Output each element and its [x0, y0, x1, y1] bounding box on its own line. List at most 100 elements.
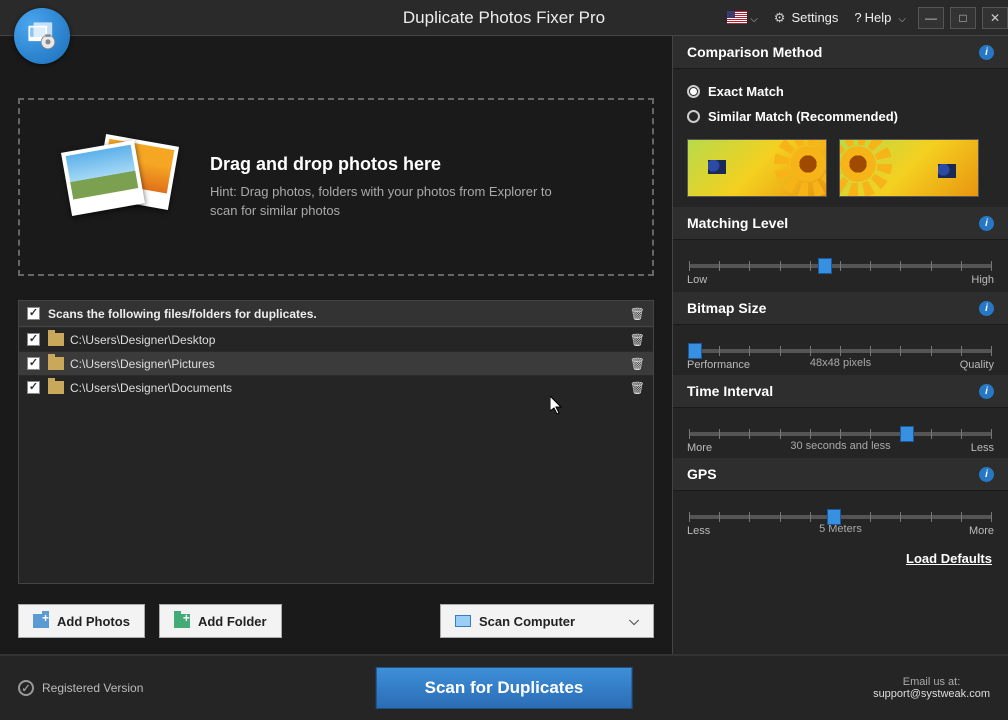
radio-exact-label: Exact Match — [708, 84, 784, 99]
add-photos-icon — [33, 614, 49, 628]
actions-row: Add Photos Add Folder Scan Computer — [18, 604, 654, 638]
time-slider[interactable] — [689, 432, 992, 436]
folder-icon — [48, 357, 64, 370]
gps-slider[interactable] — [689, 515, 992, 519]
time-left-label: More — [687, 442, 712, 454]
settings-link[interactable]: Settings — [768, 10, 845, 26]
folder-icon — [48, 381, 64, 394]
bottombar: Registered Version Scan for Duplicates E… — [0, 654, 1008, 720]
row-delete-icon[interactable] — [630, 356, 645, 371]
matching-slider[interactable] — [689, 264, 992, 268]
thumbnail — [687, 139, 827, 197]
info-icon[interactable] — [979, 216, 994, 231]
check-circle-icon — [18, 680, 34, 696]
app-logo — [14, 8, 70, 64]
dropzone-hint: Hint: Drag photos, folders with your pho… — [210, 183, 570, 219]
bitmap-title: Bitmap Size — [687, 300, 979, 316]
support-email: Email us at: support@systweak.com — [873, 676, 990, 700]
folder-icon — [48, 333, 64, 346]
add-folder-icon — [174, 614, 190, 628]
help-dropdown[interactable]: ? Help — [848, 10, 912, 25]
row-path: C:\Users\Designer\Pictures — [70, 357, 630, 371]
scan-list-panel: Scans the following files/folders for du… — [18, 300, 654, 584]
bitmap-left-label: Performance — [687, 359, 750, 371]
dropzone-heading: Drag and drop photos here — [210, 154, 570, 175]
info-icon[interactable] — [979, 301, 994, 316]
gps-title: GPS — [687, 466, 979, 482]
titlebar: Duplicate Photos Fixer Pro Settings ? He… — [0, 0, 1008, 36]
load-defaults-link[interactable]: Load Defaults — [906, 551, 992, 566]
add-folder-button[interactable]: Add Folder — [159, 604, 282, 638]
row-checkbox[interactable] — [27, 357, 40, 370]
radio-similar-label: Similar Match (Recommended) — [708, 109, 898, 124]
email-label: Email us at: — [873, 676, 990, 688]
row-path: C:\Users\Designer\Desktop — [70, 333, 630, 347]
maximize-button[interactable]: □ — [950, 7, 976, 29]
chevron-down-icon — [750, 10, 758, 25]
close-button[interactable]: ✕ — [982, 7, 1008, 29]
list-row[interactable]: C:\Users\Designer\Pictures — [19, 351, 653, 375]
add-photos-label: Add Photos — [57, 614, 130, 629]
chevron-down-icon — [629, 613, 639, 629]
monitor-icon — [455, 615, 471, 627]
help-label: ? — [854, 10, 861, 25]
gps-right-label: More — [969, 525, 994, 537]
sidebar: Comparison Method Exact Match Similar Ma… — [672, 36, 1008, 654]
gear-icon — [774, 10, 789, 26]
scan-duplicates-button[interactable]: Scan for Duplicates — [376, 667, 633, 709]
bitmap-header: Bitmap Size — [673, 292, 1008, 325]
add-photos-button[interactable]: Add Photos — [18, 604, 145, 638]
time-right-label: Less — [971, 442, 994, 454]
radio-similar-match[interactable]: Similar Match (Recommended) — [687, 104, 994, 129]
thumbnail — [839, 139, 979, 197]
bitmap-right-label: Quality — [960, 359, 994, 371]
info-icon[interactable] — [979, 384, 994, 399]
matching-title: Matching Level — [687, 215, 979, 231]
gps-header: GPS — [673, 458, 1008, 491]
chevron-down-icon — [898, 10, 906, 25]
slider-thumb[interactable] — [688, 343, 702, 359]
registered-label: Registered Version — [42, 681, 143, 695]
scan-list-header: Scans the following files/folders for du… — [19, 301, 653, 327]
scan-list-header-label: Scans the following files/folders for du… — [48, 307, 630, 321]
scan-computer-label: Scan Computer — [479, 614, 575, 629]
clear-all-icon[interactable] — [630, 306, 645, 321]
matching-header: Matching Level — [673, 207, 1008, 240]
minimize-button[interactable]: — — [918, 7, 944, 29]
row-path: C:\Users\Designer\Documents — [70, 381, 630, 395]
radio-exact-match[interactable]: Exact Match — [687, 79, 994, 104]
row-checkbox[interactable] — [27, 333, 40, 346]
select-all-checkbox[interactable] — [27, 307, 40, 320]
time-title: Time Interval — [687, 383, 979, 399]
radio-icon — [687, 85, 700, 98]
load-defaults-row: Load Defaults — [673, 541, 1008, 576]
comparison-header: Comparison Method — [673, 36, 1008, 69]
add-folder-label: Add Folder — [198, 614, 267, 629]
language-dropdown[interactable] — [721, 10, 764, 25]
flag-us-icon — [727, 11, 747, 24]
info-icon[interactable] — [979, 467, 994, 482]
matching-low-label: Low — [687, 274, 707, 286]
list-row[interactable]: C:\Users\Designer\Documents — [19, 375, 653, 399]
row-delete-icon[interactable] — [630, 332, 645, 347]
row-delete-icon[interactable] — [630, 380, 645, 395]
dropzone-illustration — [60, 132, 180, 242]
list-row[interactable]: C:\Users\Designer\Desktop — [19, 327, 653, 351]
radio-icon — [687, 110, 700, 123]
dropzone[interactable]: Drag and drop photos here Hint: Drag pho… — [18, 98, 654, 276]
matching-high-label: High — [971, 274, 994, 286]
slider-thumb[interactable] — [900, 426, 914, 442]
time-center-label: 30 seconds and less — [687, 440, 994, 452]
slider-thumb[interactable] — [827, 509, 841, 525]
bitmap-slider[interactable] — [689, 349, 992, 353]
scan-computer-dropdown[interactable]: Scan Computer — [440, 604, 654, 638]
info-icon[interactable] — [979, 45, 994, 60]
comparison-title: Comparison Method — [687, 44, 979, 60]
comparison-thumbnails — [687, 139, 994, 197]
settings-label: Settings — [791, 10, 838, 25]
row-checkbox[interactable] — [27, 381, 40, 394]
registered-version: Registered Version — [18, 680, 143, 696]
slider-thumb[interactable] — [818, 258, 832, 274]
email-address[interactable]: support@systweak.com — [873, 688, 990, 700]
gps-left-label: Less — [687, 525, 710, 537]
